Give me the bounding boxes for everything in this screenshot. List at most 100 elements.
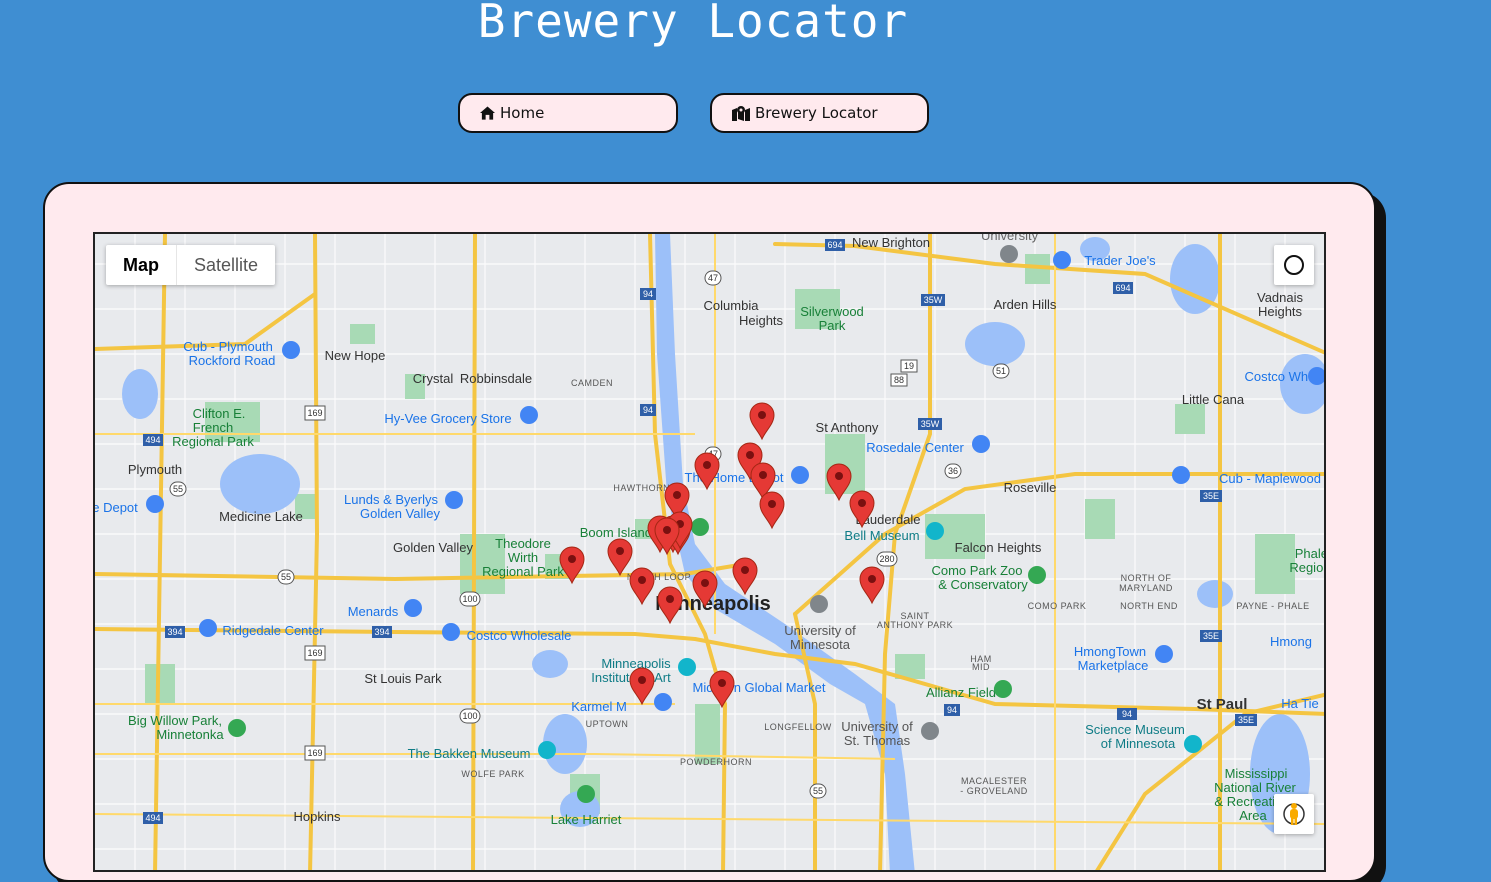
svg-text:Hy-Vee Grocery Store: Hy-Vee Grocery Store [384,411,511,426]
svg-text:Area: Area [1239,808,1267,823]
nav-home-button[interactable]: Home [458,93,678,133]
nav-locator-label: Brewery Locator [755,104,878,122]
svg-text:COMO PARK: COMO PARK [1028,601,1087,611]
svg-text:694: 694 [1115,283,1130,293]
svg-text:Minnesota: Minnesota [790,637,851,652]
svg-text:88: 88 [894,375,904,385]
svg-text:394: 394 [374,627,389,637]
svg-text:Science Museum: Science Museum [1085,722,1185,737]
svg-text:35W: 35W [924,295,943,305]
svg-text:Phalen: Phalen [1295,546,1326,561]
svg-text:Falcon Heights: Falcon Heights [955,540,1042,555]
svg-text:35E: 35E [1238,715,1254,725]
svg-text:Robbinsdale: Robbinsdale [460,371,532,386]
svg-text:55: 55 [813,786,823,796]
svg-text:Lake Harriet: Lake Harriet [551,812,622,827]
svg-text:Ridgedale Center: Ridgedale Center [222,623,324,638]
fullscreen-button[interactable] [1274,245,1314,285]
svg-text:Cub - Plymouth: Cub - Plymouth [183,339,273,354]
svg-text:51: 51 [996,366,1006,376]
svg-text:Vadnais: Vadnais [1257,290,1304,305]
svg-text:New Brighton: New Brighton [852,235,930,250]
svg-text:POWDERHORN: POWDERHORN [680,757,752,767]
svg-text:Rosedale Center: Rosedale Center [866,440,964,455]
svg-text:NORTH END: NORTH END [1120,601,1178,611]
map-canvas[interactable]: 694 694 94 94 47 47 35W 35W 19 88 51 36 … [95,234,1326,872]
svg-text:Mississippi: Mississippi [1225,766,1288,781]
svg-text:36: 36 [948,466,958,476]
svg-text:Park: Park [819,318,846,333]
svg-text:Medicine Lake: Medicine Lake [219,509,303,524]
svg-text:Minneapolis: Minneapolis [601,656,671,671]
street-view-pegman-button[interactable] [1274,794,1314,834]
svg-text:Menards: Menards [348,604,399,619]
svg-text:100: 100 [462,711,477,721]
svg-text:WOLFE PARK: WOLFE PARK [461,769,524,779]
svg-text:47: 47 [708,273,718,283]
svg-text:CAMDEN: CAMDEN [571,378,613,388]
svg-text:Roseville: Roseville [1004,480,1057,495]
svg-text:Hopkins: Hopkins [294,809,341,824]
map-location-icon [732,105,750,121]
svg-text:Clifton E.: Clifton E. [193,406,246,421]
svg-text:Karmel M: Karmel M [571,699,627,714]
svg-text:169: 169 [307,748,322,758]
map-type-control: Map Satellite [106,245,276,285]
svg-text:University of: University of [841,719,913,734]
brewery-map[interactable]: 694 694 94 94 47 47 35W 35W 19 88 51 36 … [93,232,1326,872]
svg-text:New Hope: New Hope [325,348,386,363]
svg-text:Hmong: Hmong [1270,634,1312,649]
svg-text:Rockford Road: Rockford Road [189,353,276,368]
svg-text:HmongTown: HmongTown [1074,644,1146,659]
svg-text:Minnetonka: Minnetonka [156,727,224,742]
svg-text:e Depot: e Depot [95,500,138,515]
svg-text:Silverwood: Silverwood [800,304,864,319]
svg-text:19: 19 [904,361,914,371]
svg-text:Marketplace: Marketplace [1078,658,1149,673]
svg-text:ANTHONY PARK: ANTHONY PARK [877,620,953,630]
svg-text:Costco Wholesale: Costco Wholesale [467,628,572,643]
svg-text:University: University [981,234,1039,243]
svg-text:Como Park Zoo: Como Park Zoo [931,563,1022,578]
svg-text:280: 280 [879,554,894,564]
map-type-map-button[interactable]: Map [106,245,176,285]
svg-text:Columbia: Columbia [704,298,760,313]
svg-text:& Conservatory: & Conservatory [938,577,1028,592]
svg-text:494: 494 [145,813,160,823]
svg-text:MACALESTER: MACALESTER [961,776,1027,786]
svg-text:National River: National River [1214,780,1296,795]
map-type-satellite-button[interactable]: Satellite [176,245,275,285]
fullscreen-icon [1284,255,1304,275]
svg-text:NORTH OF: NORTH OF [1121,573,1172,583]
svg-text:The Bakken Museum: The Bakken Museum [408,746,531,761]
svg-text:Regional: Regional [1289,560,1326,575]
svg-text:MID: MID [972,662,990,672]
svg-text:UPTOWN: UPTOWN [586,719,629,729]
page-title: Brewery Locator [477,0,909,48]
svg-text:169: 169 [307,408,322,418]
svg-text:94: 94 [643,405,653,415]
svg-text:of Minnesota: of Minnesota [1101,736,1176,751]
svg-text:French: French [193,420,233,435]
svg-text:Theodore: Theodore [495,536,551,551]
home-icon [480,106,495,120]
svg-text:94: 94 [643,289,653,299]
svg-text:St. Thomas: St. Thomas [844,733,911,748]
svg-text:Lunds & Byerlys: Lunds & Byerlys [344,492,438,507]
nav-brewery-locator-button[interactable]: Brewery Locator [710,93,929,133]
svg-text:LONGFELLOW: LONGFELLOW [764,722,832,732]
svg-text:694: 694 [827,240,842,250]
svg-text:St Anthony: St Anthony [816,420,879,435]
svg-text:94: 94 [947,705,957,715]
svg-text:St Louis Park: St Louis Park [364,671,442,686]
svg-text:Golden Valley: Golden Valley [360,506,440,521]
svg-text:Big Willow Park,: Big Willow Park, [128,713,222,728]
svg-text:55: 55 [281,572,291,582]
svg-text:MARYLAND: MARYLAND [1119,583,1173,593]
svg-text:- GROVELAND: - GROVELAND [960,786,1028,796]
svg-text:PAYNE - PHALE: PAYNE - PHALE [1236,601,1309,611]
svg-text:Wirth: Wirth [508,550,538,565]
svg-text:494: 494 [145,435,160,445]
svg-text:100: 100 [462,594,477,604]
svg-text:Arden Hills: Arden Hills [994,297,1057,312]
